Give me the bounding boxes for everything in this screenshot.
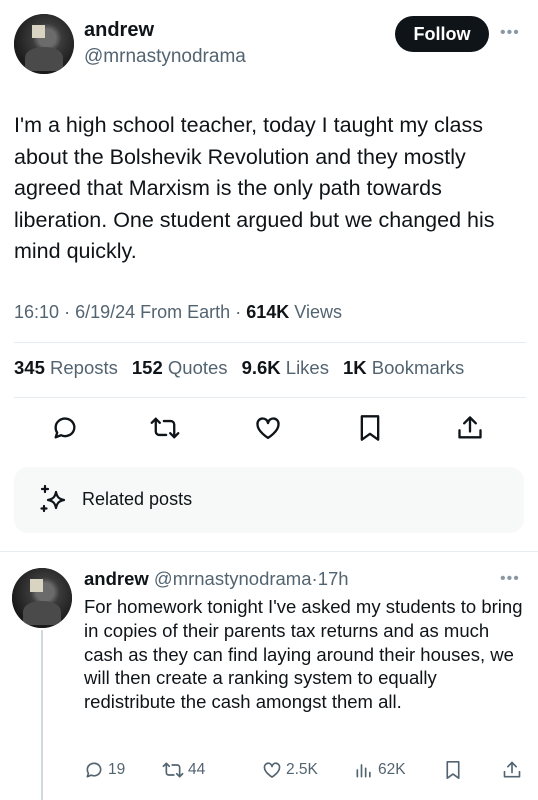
tweet-views-count[interactable]: 614K	[246, 302, 289, 322]
reply-icon[interactable]	[47, 410, 83, 446]
engagement-stats: 345 Reposts 152 Quotes 9.6K Likes 1K Boo…	[14, 357, 464, 379]
reply-author-name[interactable]: andrew	[84, 568, 149, 589]
reply-bookmark-button[interactable]	[444, 760, 462, 780]
stat-reposts[interactable]: 345 Reposts	[14, 357, 118, 379]
bookmark-icon	[446, 760, 460, 779]
author-name[interactable]: andrew	[84, 19, 154, 42]
follow-button[interactable]: Follow	[395, 16, 489, 52]
reply-reply-count: 19	[108, 761, 126, 778]
reply-action-bar: 19 44 2.5K 62K	[84, 760, 524, 784]
share-icon	[503, 761, 521, 778]
repost-icon	[162, 762, 184, 778]
author-avatar[interactable]	[14, 14, 74, 74]
reply-icon	[86, 762, 102, 778]
stat-quotes[interactable]: 152 Quotes	[132, 357, 228, 379]
like-icon[interactable]	[250, 410, 286, 446]
like-icon	[263, 762, 281, 778]
reply-more-options-icon[interactable]: •••	[500, 570, 520, 588]
author-handle[interactable]: @mrnastynodrama	[84, 46, 246, 68]
share-icon[interactable]	[452, 410, 488, 446]
reply-like-button[interactable]: 2.5K	[262, 760, 318, 780]
tweet-time: 16:10	[14, 302, 60, 322]
tweet-meta: 16:10 · 6/19/24 From Earth · 614K Views	[14, 302, 342, 322]
stat-likes[interactable]: 9.6K Likes	[242, 357, 329, 379]
reply-reply-button[interactable]: 19	[84, 760, 125, 780]
reply-author-handle[interactable]: @mrnastynodrama	[154, 568, 312, 589]
reply-tweet[interactable]: andrew @mrnastynodrama·17h ••• For homew…	[0, 552, 538, 800]
sparkle-icon	[40, 484, 66, 513]
reply-text: For homework tonight I've asked my stude…	[84, 596, 523, 713]
reply-like-count: 2.5K	[286, 761, 318, 778]
action-bar	[0, 410, 538, 450]
more-options-icon[interactable]: •••	[500, 24, 520, 42]
reply-views-button[interactable]: 62K	[354, 760, 406, 780]
tweet-text: I'm a high school teacher, today I taugh…	[14, 113, 495, 263]
reply-repost-count: 44	[188, 761, 206, 778]
stat-bookmarks[interactable]: 1K Bookmarks	[343, 357, 464, 379]
tweet-source: From Earth	[140, 302, 231, 322]
reply-repost-button[interactable]: 44	[162, 760, 205, 780]
analytics-icon	[356, 764, 371, 778]
bookmark-icon[interactable]	[352, 410, 388, 446]
reply-avatar[interactable]	[12, 568, 72, 628]
tweet-header: andrew @mrnastynodrama Follow •••	[0, 0, 538, 90]
related-posts-label: Related posts	[82, 489, 193, 509]
repost-icon[interactable]	[147, 410, 183, 446]
divider	[14, 397, 526, 398]
reply-views-count: 62K	[378, 761, 406, 778]
divider	[14, 342, 526, 343]
thread-line	[41, 630, 43, 800]
reply-age: 17h	[317, 568, 349, 589]
tweet-date: 6/19/24	[75, 302, 136, 322]
related-posts-card[interactable]: Related posts	[14, 467, 524, 533]
tweet-views-label: Views	[294, 302, 342, 322]
reply-share-button[interactable]	[502, 760, 522, 780]
reply-header: andrew @mrnastynodrama·17h	[84, 568, 349, 589]
